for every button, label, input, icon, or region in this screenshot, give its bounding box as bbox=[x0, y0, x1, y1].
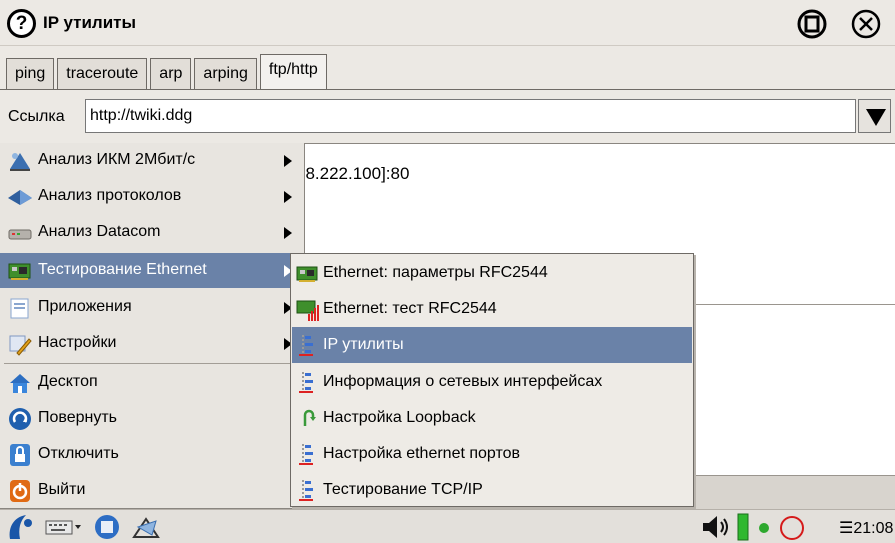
applications-icon bbox=[10, 298, 29, 319]
submenu-item-label: Информация о сетевых интерфейсах bbox=[323, 373, 603, 390]
link-label: Ссылка bbox=[8, 108, 65, 125]
app-globe-icon[interactable] bbox=[92, 513, 122, 541]
power-icon bbox=[10, 480, 30, 502]
menu-item-label: Выйти bbox=[38, 481, 86, 498]
status-led-icon bbox=[759, 523, 769, 533]
submenu-item-label: Ethernet: параметры RFC2544 bbox=[323, 264, 548, 281]
submenu-item-label: Настройка Loopback bbox=[323, 409, 476, 426]
network-protocol-icon bbox=[8, 190, 32, 205]
tab-arp[interactable]: arp bbox=[150, 58, 192, 89]
menu-item-exit[interactable]: Выйти bbox=[0, 473, 303, 508]
ethernet-submenu: Ethernet: параметры RFC2544 Ethernet: те… bbox=[290, 253, 694, 507]
submenu-item-tcpip-testing[interactable]: Тестирование TCP/IP bbox=[292, 472, 692, 508]
menu-item-label: Анализ ИКМ 2Мбит/с bbox=[38, 151, 196, 168]
menu-item-ethernet-testing[interactable]: Тестирование Ethernet bbox=[0, 253, 303, 288]
menu-item-label: Отключить bbox=[38, 445, 119, 462]
network-card-icon bbox=[296, 266, 318, 282]
menu-item-label: Анализ протоколов bbox=[38, 187, 182, 204]
start-menu-icon[interactable] bbox=[4, 513, 38, 541]
settings-icon bbox=[9, 335, 32, 356]
modem-icon bbox=[8, 229, 32, 240]
submenu-arrow-icon bbox=[284, 227, 292, 239]
menu-item-rotate[interactable]: Повернуть bbox=[0, 401, 303, 436]
submenu-item-label: IP утилиты bbox=[323, 336, 404, 353]
menu-item-lock[interactable]: Отключить bbox=[0, 437, 303, 472]
submenu-item-interfaces-info[interactable]: Информация о сетевых интерфейсах bbox=[292, 364, 692, 400]
stop-icon[interactable] bbox=[796, 8, 828, 40]
rotate-icon bbox=[9, 408, 31, 430]
submenu-item-rfc2544-test[interactable]: Ethernet: тест RFC2544 bbox=[292, 291, 692, 327]
loopback-icon bbox=[303, 409, 316, 426]
content-output-text: 58.222.100]:80 bbox=[296, 164, 410, 183]
network-tool-icon bbox=[299, 480, 313, 501]
help-button[interactable]: ? bbox=[7, 9, 36, 38]
record-indicator-icon bbox=[780, 516, 804, 540]
menu-item-desktop[interactable]: Десктоп bbox=[0, 365, 303, 400]
lock-icon bbox=[10, 444, 30, 466]
menu-item-label: Тестирование Ethernet bbox=[38, 261, 207, 278]
start-menu: Анализ ИКМ 2Мбит/с Анализ протоколов Ана… bbox=[0, 143, 305, 509]
keyboard-icon[interactable] bbox=[44, 513, 84, 541]
menu-item-applications[interactable]: Приложения bbox=[0, 290, 303, 325]
menu-item-settings[interactable]: Настройки bbox=[0, 326, 303, 361]
submenu-arrow-icon bbox=[284, 191, 292, 203]
link-input[interactable] bbox=[85, 99, 856, 133]
network-tool-icon bbox=[299, 372, 313, 393]
close-icon[interactable] bbox=[850, 8, 882, 40]
menu-item-protocol-analysis[interactable]: Анализ протоколов bbox=[0, 179, 303, 214]
menu-item-label: Приложения bbox=[38, 298, 132, 315]
submenu-item-ethernet-ports[interactable]: Настройка ethernet портов bbox=[292, 436, 692, 472]
submenu-item-loopback[interactable]: Настройка Loopback bbox=[292, 400, 692, 436]
window-title: IP утилиты bbox=[43, 13, 137, 32]
tab-ftp-http[interactable]: ftp/http bbox=[259, 54, 327, 89]
menu-item-label: Повернуть bbox=[38, 409, 118, 426]
menu-item-label: Настройки bbox=[38, 334, 117, 351]
clock-time: 21:08 bbox=[853, 520, 894, 537]
clock[interactable]: ☰21:08 bbox=[839, 518, 893, 538]
satellite-dish-icon bbox=[10, 153, 30, 171]
submenu-item-label: Настройка ethernet портов bbox=[323, 445, 521, 462]
link-dropdown-button[interactable] bbox=[858, 99, 891, 133]
tab-traceroute[interactable]: traceroute bbox=[57, 58, 148, 89]
menu-item-label: Анализ Datacom bbox=[38, 223, 161, 240]
link-row: Ссылка bbox=[0, 97, 895, 137]
submenu-item-label: Ethernet: тест RFC2544 bbox=[323, 300, 497, 317]
network-card-icon bbox=[8, 263, 31, 280]
network-tool-icon bbox=[299, 444, 313, 465]
menu-item-pcm-analysis[interactable]: Анализ ИКМ 2Мбит/с bbox=[0, 143, 303, 178]
menu-item-datacom-analysis[interactable]: Анализ Datacom bbox=[0, 215, 303, 250]
tab-bar: ping traceroute arp arping ftp/http bbox=[6, 54, 330, 89]
taskbar: ☰21:08 bbox=[0, 509, 895, 543]
speaker-icon[interactable] bbox=[700, 513, 732, 541]
submenu-item-label: Тестирование TCP/IP bbox=[323, 481, 483, 498]
submenu-item-ip-utilities[interactable]: IP утилиты bbox=[292, 327, 692, 363]
tab-divider bbox=[0, 89, 895, 90]
network-test-icon bbox=[296, 300, 319, 321]
menu-divider bbox=[4, 363, 302, 364]
clock-menu-icon: ☰ bbox=[839, 520, 854, 537]
submenu-item-rfc2544-params[interactable]: Ethernet: параметры RFC2544 bbox=[292, 255, 692, 291]
tab-arping[interactable]: arping bbox=[194, 58, 257, 89]
satellite-dish-icon[interactable] bbox=[130, 513, 166, 541]
desktop-icon bbox=[10, 374, 30, 393]
menu-item-label: Десктоп bbox=[38, 373, 98, 390]
submenu-arrow-icon bbox=[284, 155, 292, 167]
tab-ping[interactable]: ping bbox=[6, 58, 55, 89]
network-tool-icon bbox=[299, 335, 313, 356]
battery-icon bbox=[737, 513, 749, 541]
title-bar: ? IP утилиты bbox=[0, 0, 895, 46]
